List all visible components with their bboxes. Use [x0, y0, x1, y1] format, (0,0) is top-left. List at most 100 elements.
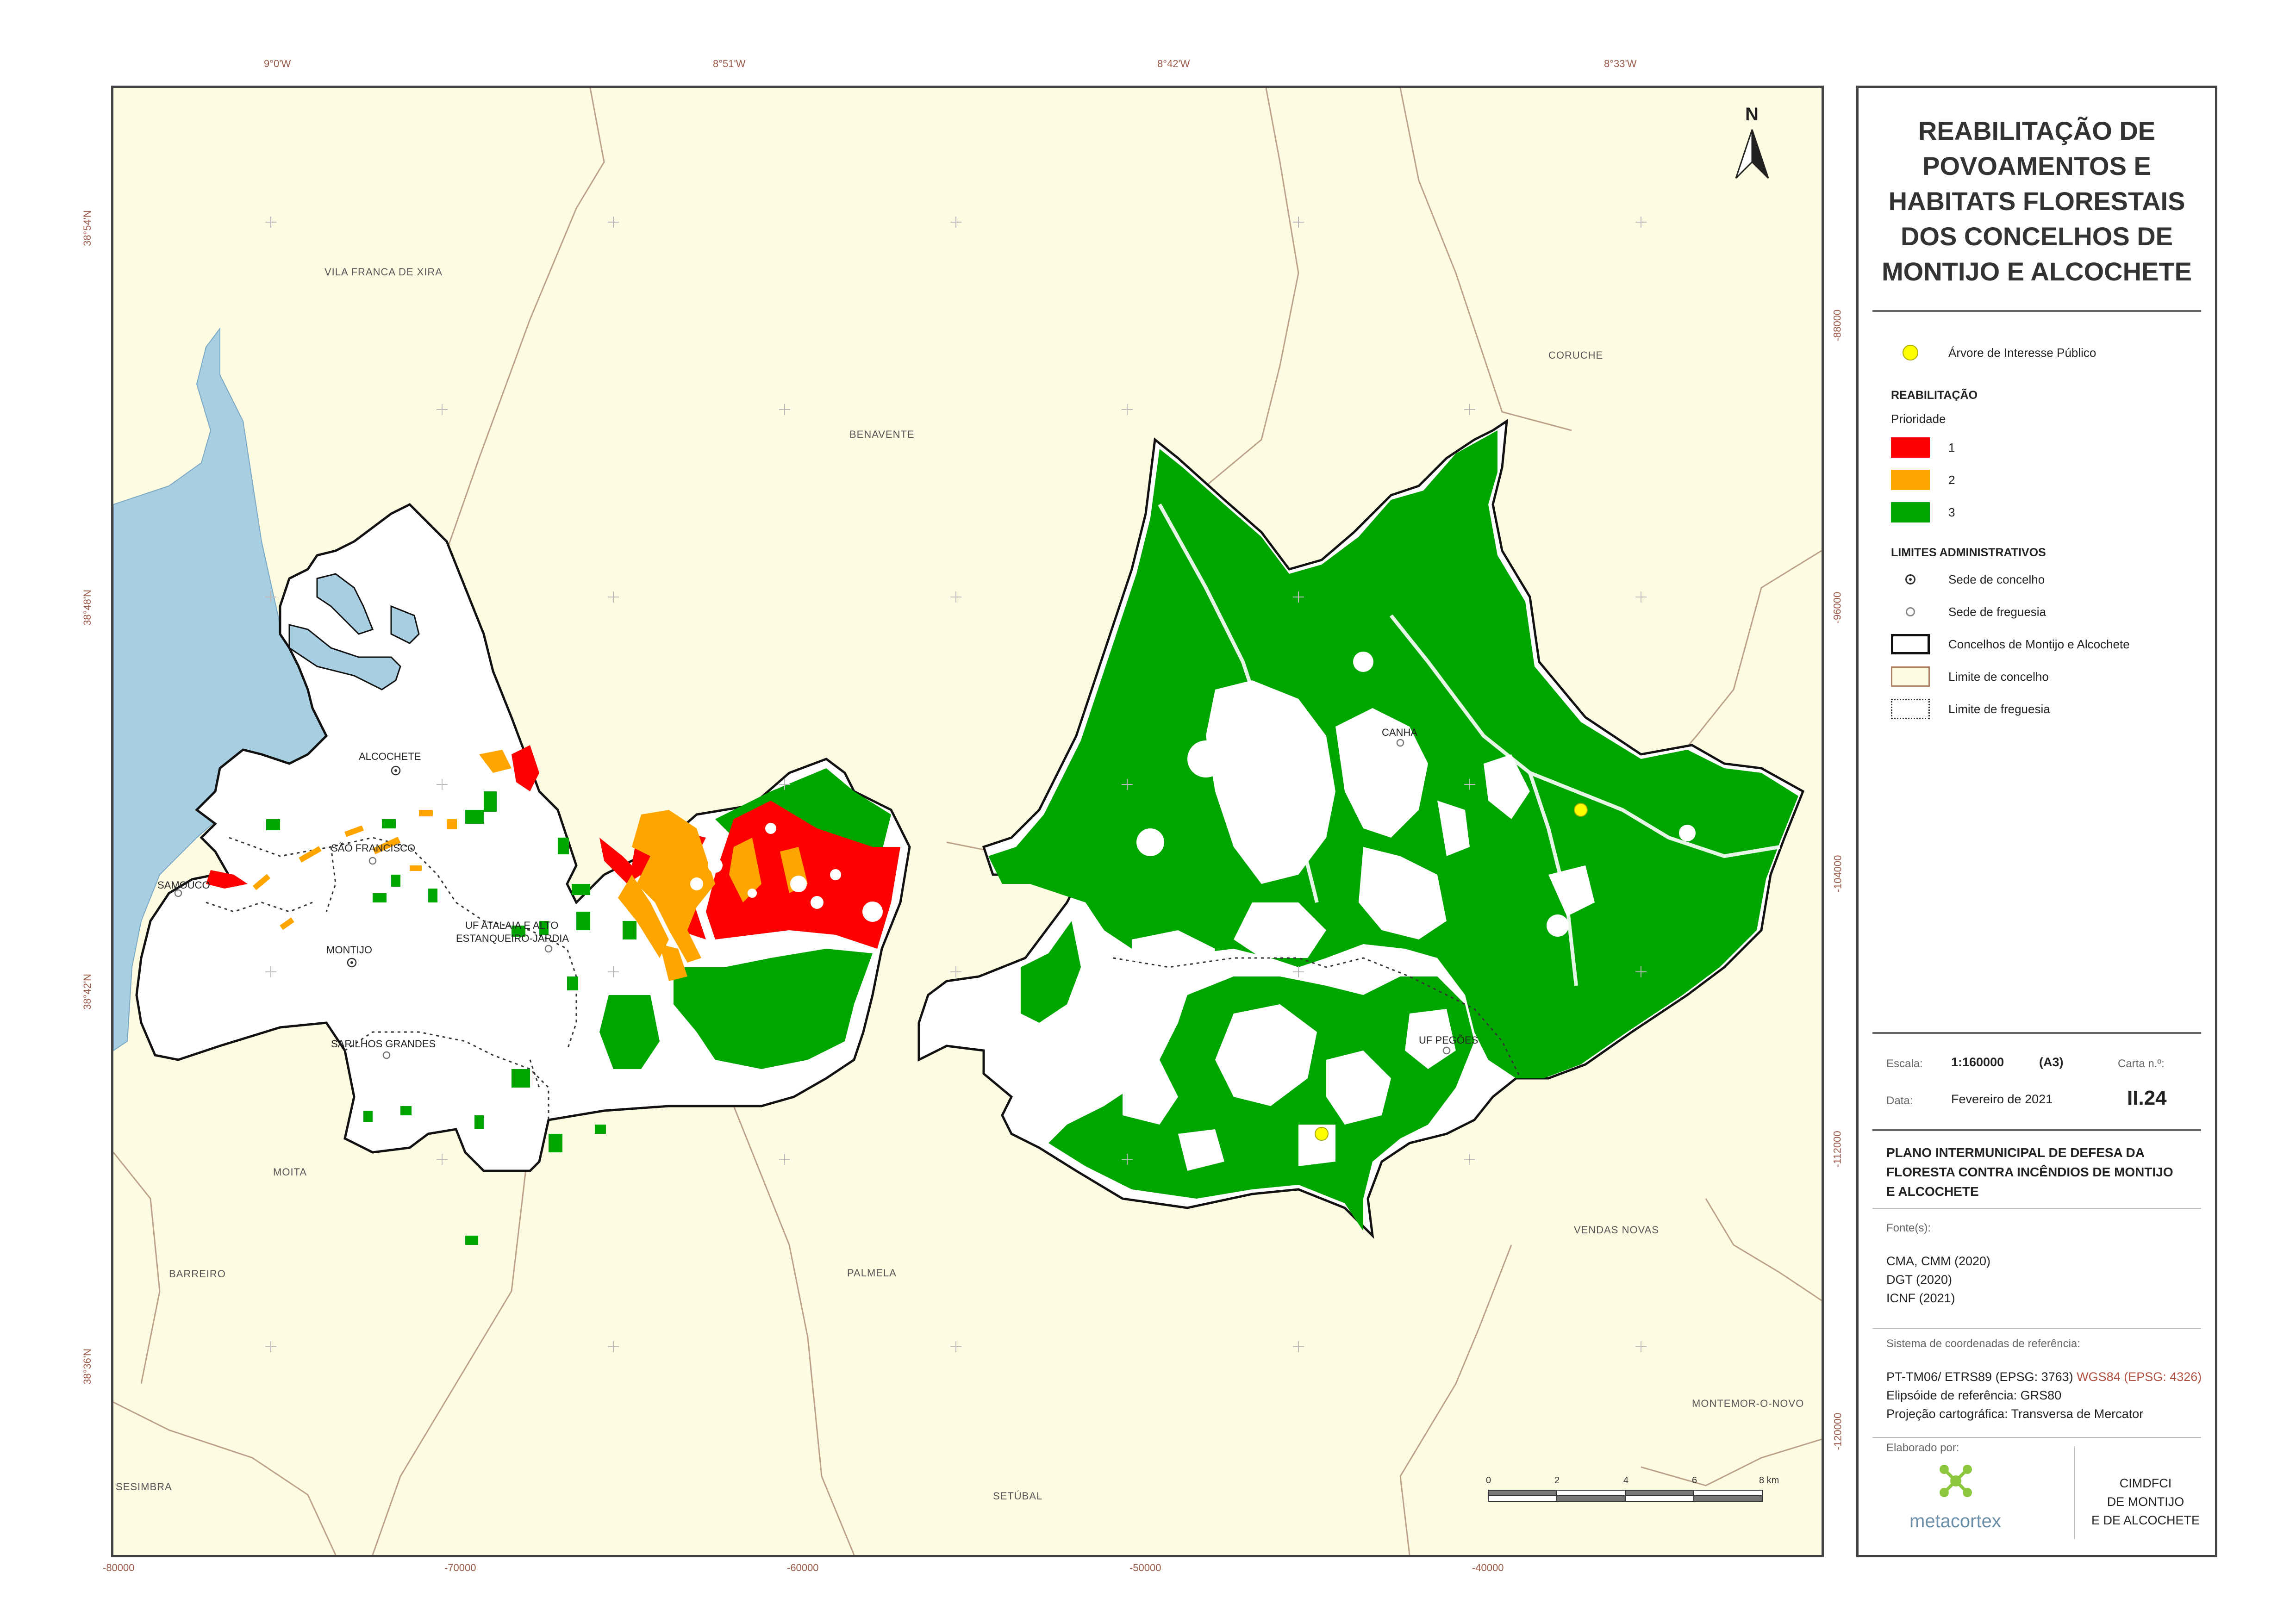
data-label: Data: [1886, 1094, 1913, 1107]
left-coord-label: 38°54'N [81, 210, 93, 246]
escala-label: Escala: [1886, 1057, 1923, 1070]
svg-text:2: 2 [1554, 1475, 1560, 1486]
org-line: E DE ALCOCHETE [2091, 1513, 2200, 1527]
label-pegoes: UF PEGÕES [1419, 1034, 1478, 1046]
sede-concelho-icon [1905, 574, 1915, 585]
svg-text:8 km: 8 km [1759, 1475, 1779, 1486]
sede-freguesia-icon [1906, 607, 1915, 616]
legend-limite-freguesia: Limite de freguesia [1891, 699, 2050, 719]
label-vendas-novas: VENDAS NOVAS [1574, 1224, 1659, 1236]
concelhos-label: Concelhos de Montijo e Alcochete [1948, 637, 2130, 651]
legend-prioridade-label: Prioridade [1891, 412, 1946, 426]
label-moita: MOITA [273, 1166, 307, 1178]
top-coord-label: 8°33'W [1604, 58, 1637, 69]
data-value: Fevereiro de 2021 [1951, 1092, 2053, 1106]
svg-text:6: 6 [1692, 1475, 1697, 1486]
top-coord-label: 9°0'W [264, 58, 291, 69]
svg-text:4: 4 [1623, 1475, 1628, 1486]
projecao-text: Projeção cartográfica: Transversa de Mer… [1886, 1407, 2144, 1421]
tree-icon [1903, 345, 1918, 361]
sede-concelho-label: Sede de concelho [1948, 572, 2045, 586]
divider [1872, 310, 2201, 312]
bottom-coord-label: -70000 [444, 1562, 476, 1573]
sistema-wgs: WGS84 (EPSG: 4326) [2077, 1370, 2202, 1384]
legend-limite-concelho: Limite de concelho [1891, 666, 2049, 687]
public-interest-tree [1315, 1127, 1329, 1141]
label-coruche: CORUCHE [1548, 349, 1603, 361]
sede-freguesia-label: Sede de freguesia [1948, 604, 2046, 619]
legend-sede-freguesia: Sede de freguesia [1891, 602, 2046, 622]
scale-bar: 0 2 4 6 8 km [1486, 1475, 1779, 1502]
divider [1872, 1129, 2201, 1131]
left-coord-label: 38°42'N [81, 974, 93, 1010]
escala-value: 1:160000 [1951, 1055, 2004, 1069]
org-line: CIMDFCI [2119, 1476, 2172, 1490]
legend-priority-1: 1 [1891, 437, 1955, 458]
fontes-label: Fonte(s): [1886, 1222, 1931, 1234]
limite-freguesia-label: Limite de freguesia [1948, 702, 2050, 716]
fonte-item: DGT (2020) [1886, 1273, 1953, 1287]
bottom-coord-label: -50000 [1129, 1562, 1161, 1573]
svg-text:N: N [1745, 104, 1759, 124]
formato-value: (A3) [2039, 1055, 2064, 1069]
divider [1872, 1032, 2201, 1034]
bottom-coord-label: -40000 [1472, 1562, 1504, 1573]
metacortex-logo-icon [1937, 1462, 1974, 1509]
label-sao-francisco: SÃO FRANCISCO [331, 842, 415, 854]
label-sarilhos: SARILHOS GRANDES [331, 1038, 436, 1050]
divider [2074, 1446, 2075, 1539]
label-atalaia-1: UF ATALAIA E ALTO [465, 920, 558, 931]
label-canha: CANHA [1382, 727, 1417, 738]
label-barreiro: BARREIRO [169, 1268, 226, 1280]
elaborado-label: Elaborado por: [1886, 1442, 1959, 1454]
right-coord-label: -88000 [1831, 309, 1843, 342]
label-samouco: SAMOUCO [157, 879, 210, 891]
limite-concelho-swatch [1891, 666, 1930, 687]
svg-text:0: 0 [1486, 1475, 1491, 1486]
carta-value: II.24 [2127, 1087, 2167, 1109]
north-arrow: N [1735, 104, 1769, 179]
legend-tree-label: Árvore de Interesse Público [1948, 345, 2096, 360]
label-palmela: PALMELA [847, 1267, 897, 1279]
legend-panel: REABILITAÇÃO DE POVOAMENTOS E HABITATS F… [1856, 86, 2217, 1557]
priority-1-swatch [1891, 437, 1930, 458]
left-coord-label: 38°48'N [81, 590, 93, 626]
map-frame: VILA FRANCA DE XIRA BENAVENTE CORUCHE AL… [111, 86, 1824, 1557]
label-vila-franca: VILA FRANCA DE XIRA [324, 266, 443, 278]
priority-1-label: 1 [1948, 440, 1955, 454]
top-coord-label: 8°42'W [1157, 58, 1190, 69]
limite-freguesia-swatch [1891, 699, 1930, 719]
right-coord-label: -112000 [1831, 1131, 1843, 1168]
sistema-pt: PT-TM06/ ETRS89 (EPSG: 3763) [1886, 1370, 2073, 1384]
priority-2-swatch [1891, 470, 1930, 490]
public-interest-tree [1574, 803, 1588, 817]
fonte-item: CMA, CMM (2020) [1886, 1254, 1991, 1268]
map-canvas: VILA FRANCA DE XIRA BENAVENTE CORUCHE AL… [113, 88, 1822, 1555]
carta-label: Carta n.º: [2118, 1057, 2165, 1070]
left-coord-label: 38°36'N [81, 1349, 93, 1385]
top-coord-label: 8°51'W [713, 58, 746, 69]
label-atalaia-2: ESTANQUEIRO-JARDIA [456, 933, 569, 944]
bottom-coord-label: -60000 [787, 1562, 819, 1573]
bottom-coord-label: -80000 [103, 1562, 135, 1573]
divider [1872, 1208, 2201, 1209]
right-coord-label: -96000 [1831, 591, 1843, 624]
legend-reab-heading: REABILITAÇÃO [1891, 389, 1978, 402]
divider [1872, 1328, 2201, 1329]
divider [1872, 1437, 2201, 1438]
concelhos-swatch [1891, 634, 1930, 654]
priority-2-label: 2 [1948, 473, 1955, 487]
legend-tree: Árvore de Interesse Público [1891, 342, 2096, 363]
right-coord-label: -120000 [1832, 1412, 1844, 1450]
label-montemor: MONTEMOR-O-NOVO [1692, 1398, 1804, 1409]
legend-concelhos: Concelhos de Montijo e Alcochete [1891, 634, 2130, 654]
right-coord-label: -104000 [1832, 855, 1844, 893]
legend-limites-heading: LIMITES ADMINISTRATIVOS [1891, 546, 2046, 559]
label-benavente: BENAVENTE [849, 429, 915, 440]
plano-title: PLANO INTERMUNICIPAL DE DEFESA DA FLORES… [1886, 1145, 2173, 1199]
label-alcochete: ALCOCHETE [359, 751, 421, 762]
map-title: REABILITAÇÃO DE POVOAMENTOS E HABITATS F… [1882, 116, 2192, 286]
priority-3-label: 3 [1948, 505, 1955, 519]
legend-priority-2: 2 [1891, 470, 1955, 490]
priority-3-swatch [1891, 502, 1930, 522]
